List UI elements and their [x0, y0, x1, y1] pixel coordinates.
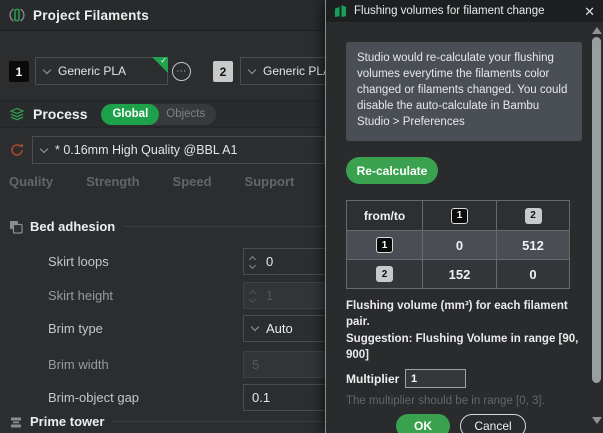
flush-cell-1-1[interactable]: 0	[422, 230, 496, 259]
filament-1-badge[interactable]: 1	[9, 61, 29, 82]
bed-adhesion-icon	[9, 220, 23, 234]
dialog-titlebar[interactable]: Flushing volumes for filament change ✕	[326, 0, 603, 22]
preset-name: * 0.16mm High Quality @BBL A1	[55, 143, 237, 157]
flushing-volume-table: from/to 1 2 1 0 512 2 152 0	[346, 200, 570, 289]
skirt-height-value: 1	[266, 288, 273, 303]
auto-recalculate-info: Studio would re-calculate your flushing …	[346, 42, 582, 141]
chevron-down-icon	[40, 144, 48, 152]
filament-1-mini-badge: 1	[376, 237, 393, 253]
scroll-up-icon[interactable]	[592, 27, 602, 34]
scroll-down-icon[interactable]	[592, 417, 602, 424]
flushing-volume-suggestion: Suggestion: Flushing Volume in range [90…	[346, 332, 588, 363]
filament-2-mini-badge: 2	[376, 266, 393, 282]
filament-1-mini-badge: 1	[451, 208, 468, 224]
filament-2-name: Generic PLA	[263, 64, 331, 78]
spinner-arrows-icon	[244, 289, 260, 302]
check-icon: ✓	[160, 56, 167, 65]
process-scope-switch[interactable]: Global Objects	[101, 104, 216, 125]
chevron-down-icon	[43, 65, 51, 73]
table-col-header-1: 1	[422, 201, 496, 230]
process-layers-icon	[9, 106, 25, 122]
table-col-header-2: 2	[496, 201, 569, 230]
section-title: Bed adhesion	[30, 219, 115, 234]
multiplier-label: Multiplier	[346, 372, 399, 386]
close-icon[interactable]: ✕	[584, 5, 595, 18]
filament-1-options-button[interactable]: ⋯	[172, 62, 191, 81]
flush-cell-1-2[interactable]: 512	[496, 230, 569, 259]
param-label-skirt-loops: Skirt loops	[48, 254, 109, 269]
flushing-volumes-dialog: Flushing volumes for filament change ✕ S…	[325, 0, 603, 433]
multiplier-range-note: The multiplier should be in range [0, 3]…	[346, 395, 596, 407]
reset-icon[interactable]	[9, 142, 25, 158]
process-preset-dropdown[interactable]: * 0.16mm High Quality @BBL A1	[32, 136, 325, 164]
ellipsis-icon: ⋯	[176, 66, 187, 77]
brim-type-value: Auto	[266, 321, 293, 336]
spinner-arrows-icon[interactable]	[244, 255, 260, 268]
section-title: Prime tower	[30, 414, 104, 429]
dialog-title: Flushing volumes for filament change	[354, 5, 545, 17]
multiplier-input[interactable]	[405, 369, 466, 388]
param-label-brim-object-gap: Brim-object gap	[48, 390, 139, 405]
brim-width-value: 5	[252, 357, 259, 372]
skirt-loops-value: 0	[266, 254, 273, 269]
scope-objects-option[interactable]: Objects	[159, 108, 216, 120]
tab-strength[interactable]: Strength	[86, 174, 139, 194]
chevron-down-icon	[251, 323, 259, 331]
brim-object-gap-value: 0.1	[252, 390, 270, 405]
panel-title: Project Filaments	[33, 8, 149, 23]
tab-support[interactable]: Support	[245, 174, 295, 194]
bambu-studio-window: Project Filaments Flushing volumes + 1 G…	[0, 0, 603, 433]
param-label-brim-type: Brim type	[48, 321, 103, 336]
filament-2-mini-badge: 2	[525, 208, 542, 224]
prime-tower-icon	[9, 415, 23, 429]
cancel-button[interactable]: Cancel	[460, 414, 526, 433]
filament-2-badge[interactable]: 2	[213, 61, 233, 82]
tab-speed[interactable]: Speed	[173, 174, 212, 194]
filament-spool-icon	[9, 7, 25, 23]
param-label-brim-width: Brim width	[48, 357, 109, 372]
recalculate-button[interactable]: Re-calculate	[346, 157, 438, 184]
table-row-header-2: 2	[347, 259, 422, 288]
ok-button[interactable]: OK	[396, 414, 450, 433]
scope-global-option[interactable]: Global	[101, 104, 159, 125]
filament-synced-badge: ✓	[152, 57, 168, 73]
flush-cell-2-1[interactable]: 152	[422, 259, 496, 288]
table-row-header-1: 1	[347, 230, 422, 259]
dialog-scrollbar[interactable]	[590, 23, 603, 433]
scrollbar-thumb[interactable]	[592, 37, 601, 383]
filament-1-name: Generic PLA	[58, 64, 126, 78]
filament-1-dropdown[interactable]: Generic PLA ✓	[35, 57, 168, 85]
param-label-skirt-height: Skirt height	[48, 288, 113, 303]
flushing-volume-caption: Flushing volume (mm³) for each filament …	[346, 299, 588, 330]
tab-quality[interactable]: Quality	[9, 174, 53, 194]
bambu-logo-icon	[334, 4, 347, 18]
process-title: Process	[33, 106, 87, 122]
table-corner-header: from/to	[347, 201, 422, 230]
flush-cell-2-2[interactable]: 0	[496, 259, 569, 288]
chevron-down-icon	[248, 65, 256, 73]
